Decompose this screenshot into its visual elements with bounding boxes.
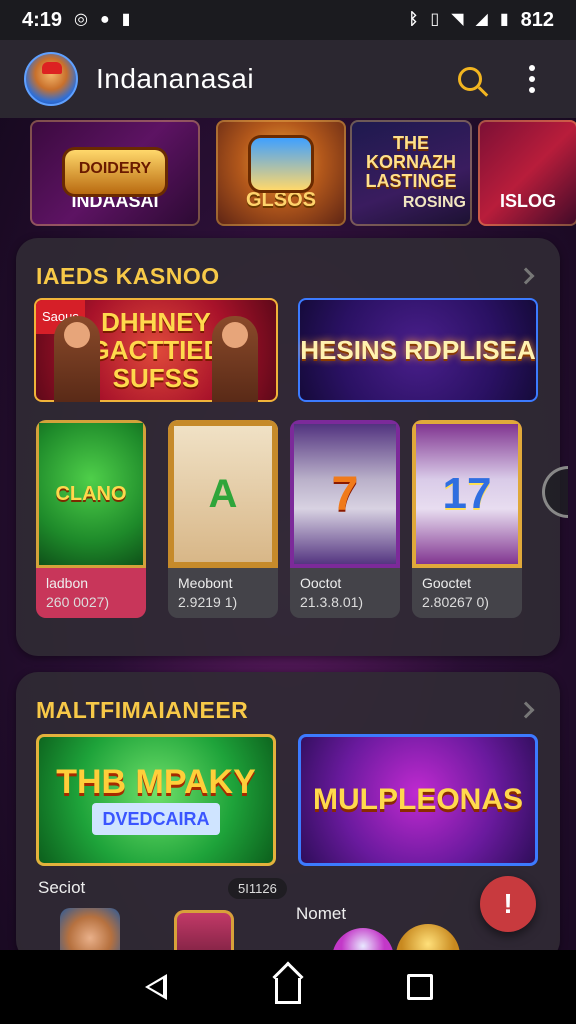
game-name: ladbon bbox=[46, 575, 89, 591]
game-value: 2.9219 1) bbox=[178, 594, 238, 610]
game-art: 17 bbox=[412, 420, 522, 568]
bluetooth-icon: ᛒ bbox=[408, 11, 419, 28]
sync-icon: ● bbox=[100, 11, 110, 28]
character-figure bbox=[54, 316, 100, 402]
character-figure bbox=[212, 316, 258, 402]
game-card[interactable]: 17 Gooctet 2.80267 0) bbox=[412, 420, 522, 618]
chevron-right-icon[interactable] bbox=[517, 267, 535, 285]
game-meta: Gooctet 2.80267 0) bbox=[412, 568, 522, 618]
sim-icon: ▮ bbox=[121, 11, 131, 28]
battery-icon: ▮ bbox=[499, 11, 509, 28]
casino-section: IAEDS KASNOO Saous DHHNEY GACTTIED SUFSS… bbox=[16, 238, 568, 656]
tile-title: THE KORNAZH LASTINGE bbox=[365, 133, 457, 191]
banner-text: MULPLEONAS bbox=[313, 783, 523, 816]
game-value: 2.80267 0) bbox=[422, 594, 489, 610]
game-art: 7 bbox=[290, 420, 400, 568]
tile-label: ISLOG bbox=[499, 191, 556, 211]
battery-text: 812 bbox=[520, 8, 554, 31]
status-left: 4:19 ◎ ● ▮ bbox=[22, 9, 130, 32]
status-time: 4:19 bbox=[22, 8, 63, 31]
promo-banner[interactable]: THB MPAKY DVEDCAIRA bbox=[36, 734, 276, 866]
featured-tile[interactable]: GLSOS bbox=[216, 120, 346, 226]
carousel-scroll-handle[interactable] bbox=[542, 466, 568, 518]
game-card[interactable]: CLANO ladbon 260 0027) bbox=[36, 420, 146, 618]
recents-button[interactable] bbox=[400, 967, 440, 1007]
subsection-label: Seciot bbox=[38, 878, 86, 897]
fab-label: ! bbox=[503, 888, 513, 919]
featured-tile[interactable]: DOIDERY INDAASAI bbox=[30, 120, 200, 226]
banner-subtext: DVEDCAIRA bbox=[92, 803, 220, 835]
status-right: ᛒ ▯ ◥ ◢ ▮ 812 bbox=[409, 9, 554, 32]
featured-tile[interactable]: ISLOG bbox=[478, 120, 576, 226]
featured-tile[interactable]: THE KORNAZH LASTINGE ROSING bbox=[350, 120, 472, 226]
game-art: CLANO bbox=[36, 420, 146, 568]
system-nav-bar bbox=[0, 950, 576, 1024]
game-name: Meobont bbox=[178, 575, 233, 591]
game-value: 21.3.8.01) bbox=[300, 594, 364, 610]
back-icon bbox=[145, 974, 167, 1000]
section-header: IAEDS KASNOO bbox=[36, 258, 540, 294]
recents-icon bbox=[407, 974, 433, 1000]
game-meta: ladbon 260 0027) bbox=[36, 568, 146, 618]
tile-label: ROSING bbox=[402, 194, 466, 211]
tile-title: DOIDERY bbox=[78, 160, 152, 177]
banner-text: HESINS RDPLISEA bbox=[300, 335, 536, 365]
app-bar: Indananasai bbox=[0, 40, 576, 118]
tile-label: INDAASAI bbox=[71, 191, 159, 211]
search-icon bbox=[458, 67, 482, 91]
banner-text: THB MPAKY bbox=[56, 763, 256, 801]
subsection-label: Nomet bbox=[296, 904, 347, 923]
tile-emblem bbox=[251, 138, 311, 190]
notification-icon: ◎ bbox=[74, 11, 88, 28]
multiplayer-section: MALTFIMAIANEER THB MPAKY DVEDCAIRA MULPL… bbox=[16, 672, 560, 964]
home-button[interactable] bbox=[268, 961, 308, 1007]
game-meta: Meobont 2.9219 1) bbox=[168, 568, 278, 618]
more-vert-icon bbox=[529, 65, 535, 93]
section-header: MALTFIMAIANEER bbox=[36, 692, 540, 728]
game-art: A bbox=[168, 420, 278, 568]
game-card[interactable]: 7 Ooctot 21.3.8.01) bbox=[290, 420, 400, 618]
game-name: Gooctet bbox=[422, 575, 472, 591]
tile-label: GLSOS bbox=[245, 189, 316, 211]
chevron-right-icon[interactable] bbox=[517, 701, 535, 719]
game-value: 260 0027) bbox=[46, 594, 110, 610]
game-card[interactable]: A Meobont 2.9219 1) bbox=[168, 420, 278, 618]
featured-strip: DOIDERY INDAASAI GLSOS THE KORNAZH LASTI… bbox=[0, 118, 576, 230]
alert-fab-button[interactable]: ! bbox=[480, 876, 536, 932]
vibrate-icon: ▯ bbox=[430, 11, 440, 28]
game-meta: Ooctot 21.3.8.01) bbox=[290, 568, 400, 618]
promo-banner[interactable]: HESINS RDPLISEA bbox=[298, 298, 538, 402]
subsection-badge: 5I1126 bbox=[228, 878, 287, 899]
more-options-button[interactable] bbox=[512, 59, 552, 99]
search-button[interactable] bbox=[450, 59, 490, 99]
promo-banner[interactable]: Saous DHHNEY GACTTIED SUFSS bbox=[34, 298, 278, 402]
back-button[interactable] bbox=[136, 967, 176, 1007]
home-icon bbox=[272, 961, 304, 1004]
promo-banner[interactable]: MULPLEONAS bbox=[298, 734, 538, 866]
section-title: MALTFIMAIANEER bbox=[36, 696, 249, 723]
section-title: IAEDS KASNOO bbox=[36, 262, 220, 289]
status-bar: 4:19 ◎ ● ▮ ᛒ ▯ ◥ ◢ ▮ 812 bbox=[0, 0, 576, 40]
signal-icon: ◢ bbox=[475, 11, 488, 28]
app-logo-avatar[interactable] bbox=[24, 52, 78, 106]
app-title: Indananasai bbox=[96, 63, 255, 94]
wifi-icon: ◥ bbox=[451, 11, 464, 28]
game-name: Ooctot bbox=[300, 575, 342, 591]
